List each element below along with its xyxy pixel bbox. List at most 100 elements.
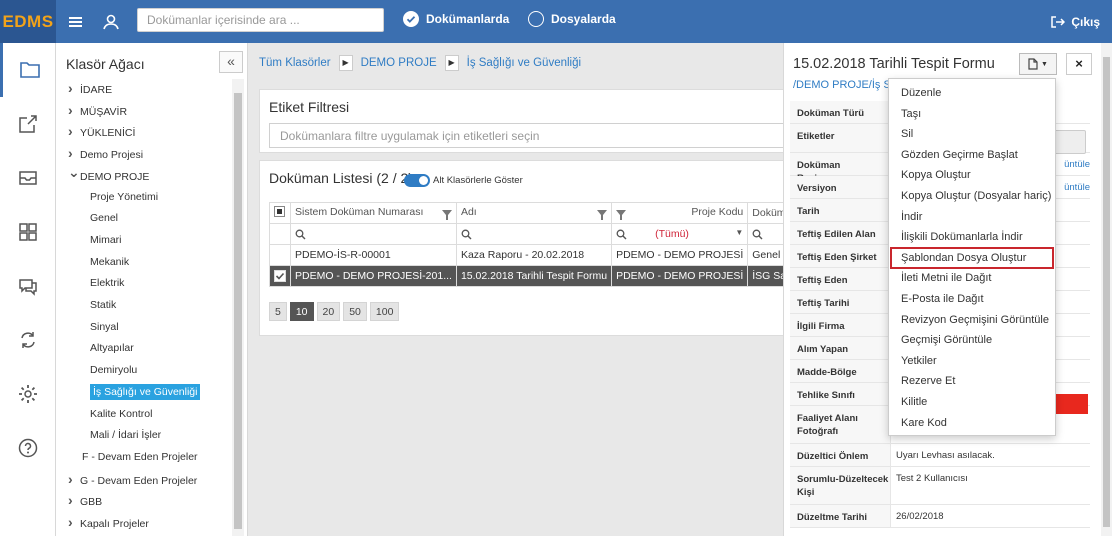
chevron-right-icon[interactable]: › <box>68 512 80 532</box>
tree-item[interactable]: Mali / İdari İşler <box>90 425 161 445</box>
table-row[interactable]: PDEMO - DEMO PROJESİ-201... 15.02.2018 T… <box>269 265 843 287</box>
page-size-option[interactable]: 100 <box>369 302 400 321</box>
tree-item[interactable]: Proje Yönetimi <box>90 187 158 207</box>
chevron-right-icon[interactable]: ▶ <box>338 55 353 71</box>
menu-item[interactable]: Gözden Geçirme Başlat <box>889 145 1055 166</box>
collapse-tree-button[interactable]: « <box>219 51 243 73</box>
view-link[interactable]: üntüle <box>1064 182 1090 193</box>
tree-item[interactable]: › Demo Projesi <box>68 143 143 163</box>
tree-item[interactable]: Elektrik <box>90 273 124 293</box>
column-header[interactable]: Adı <box>455 202 613 224</box>
breadcrumb-item[interactable]: İş Sağlığı ve Güvenliği <box>467 57 581 69</box>
sync-nav-button[interactable] <box>0 313 56 367</box>
table-row[interactable]: PDEMO-İS-R-00001 Kaza Raporu - 20.02.201… <box>269 244 843 266</box>
tree-item[interactable]: Kalite Kontrol <box>90 404 152 424</box>
chevron-right-icon[interactable]: › <box>68 143 80 163</box>
menu-item[interactable]: İndir <box>889 207 1055 228</box>
menu-item[interactable]: Kopya Oluştur <box>889 165 1055 186</box>
breadcrumb-item[interactable]: DEMO PROJE <box>361 57 437 69</box>
column-header[interactable]: Sistem Doküman Numarası <box>290 202 457 224</box>
tree-item[interactable]: ⌄DEMO PROJE <box>68 162 149 185</box>
tree-item[interactable]: › İDARE <box>68 78 112 98</box>
tree-item[interactable]: › GBB <box>68 490 102 510</box>
chevron-right-icon[interactable]: › <box>68 490 80 510</box>
tree-item[interactable]: Mekanik <box>90 252 129 272</box>
menu-item[interactable]: Kare Kod <box>889 413 1055 434</box>
page-size-option[interactable]: 20 <box>316 302 341 321</box>
document-actions-button[interactable]: ▼ <box>1019 53 1057 75</box>
tree-item[interactable]: › MÜŞAVİR <box>68 100 127 120</box>
tree-item[interactable]: › G - Devam Eden Projeler <box>68 469 197 489</box>
tree-item[interactable]: F - Devam Eden Projeler <box>82 447 198 467</box>
radio-search-folders[interactable]: Dosyalarda <box>528 11 616 27</box>
row-checkbox-cell[interactable] <box>269 265 291 287</box>
page-size-option[interactable]: 5 <box>269 302 287 321</box>
radio-documents-label: Dokümanlarda <box>426 12 510 26</box>
select-all-cell[interactable] <box>269 202 291 224</box>
chevron-right-icon[interactable]: › <box>68 121 80 141</box>
user-icon[interactable] <box>101 12 121 32</box>
menu-item[interactable]: E-Posta ile Dağıt <box>889 289 1055 310</box>
tree-item[interactable]: › Kapalı Projeler <box>68 512 149 532</box>
menu-item[interactable]: Sil <box>889 124 1055 145</box>
search-input[interactable] <box>137 8 384 32</box>
page-size-option[interactable]: 50 <box>343 302 367 321</box>
menu-item[interactable]: Kilitle <box>889 392 1055 413</box>
chevron-right-icon[interactable]: › <box>68 469 80 489</box>
tree-item[interactable]: Sinyal <box>90 317 119 337</box>
toggle-switch[interactable] <box>404 174 430 187</box>
tree-item[interactable]: Genel <box>90 208 118 228</box>
chevron-down-icon[interactable]: ⌄ <box>68 162 80 182</box>
tree-item-label: İDARE <box>80 84 113 96</box>
page-size-option[interactable]: 10 <box>289 302 314 321</box>
inbox-nav-button[interactable] <box>0 151 56 205</box>
menu-item[interactable]: Geçmişi Görüntüle <box>889 330 1055 351</box>
menu-item[interactable]: Yetkiler <box>889 351 1055 372</box>
chevron-right-icon[interactable]: ▶ <box>444 55 459 71</box>
messages-nav-button[interactable] <box>0 259 56 313</box>
share-nav-button[interactable] <box>0 97 56 151</box>
property-key: İlgili Firma <box>790 314 891 336</box>
dashboard-nav-button[interactable] <box>0 205 56 259</box>
tree-item[interactable]: › YÜKLENİCİ <box>68 121 135 141</box>
table-cell: PDEMO - DEMO PROJESİ <box>611 244 749 266</box>
menu-item[interactable]: Rezerve Et <box>889 371 1055 392</box>
tree-item[interactable]: Demiryolu <box>90 360 137 380</box>
menu-item[interactable]: Taşı <box>889 104 1055 125</box>
tree-item[interactable]: Mimari <box>90 230 122 250</box>
menu-item[interactable]: İlişkili Dokümanlarla İndir <box>889 227 1055 248</box>
menu-item[interactable]: Revizyon Geçmişini Görüntüle <box>889 310 1055 331</box>
subfolder-toggle[interactable]: Alt Klasörlerle Göster <box>404 174 523 187</box>
tag-filter-input[interactable] <box>269 123 789 148</box>
menu-item[interactable]: Düzenle <box>889 83 1055 104</box>
chat-icon <box>19 279 37 296</box>
select-all-checkbox[interactable] <box>274 206 285 217</box>
detail-scrollbar[interactable] <box>1101 43 1112 536</box>
tree-item[interactable]: İş Sağlığı ve Güvenliği <box>90 382 201 402</box>
chevron-right-icon[interactable]: › <box>68 100 80 120</box>
tree-item[interactable]: Altyapılar <box>90 338 134 358</box>
caret-down-icon: ▼ <box>1041 60 1048 68</box>
logout-button[interactable]: Çıkış <box>1051 15 1100 29</box>
help-nav-button[interactable] <box>0 421 56 475</box>
app-logo[interactable]: EDMS <box>0 0 56 43</box>
menu-item[interactable]: Kopya Oluştur (Dosyalar hariç) <box>889 186 1055 207</box>
view-link[interactable]: üntüle <box>1064 159 1090 170</box>
radio-search-documents[interactable]: Dokümanlarda <box>403 11 509 27</box>
breadcrumb-item[interactable]: Tüm Klasörler <box>259 57 331 69</box>
property-row: Düzeltici Önlem Uyarı Levhası asılacak. <box>790 444 1090 467</box>
tree-scrollbar[interactable] <box>232 79 244 536</box>
menu-item[interactable]: İleti Metni ile Dağıt <box>889 268 1055 289</box>
hamburger-menu-icon[interactable] <box>66 12 86 32</box>
column-filter-cell[interactable] <box>455 223 613 245</box>
settings-nav-button[interactable] <box>0 367 56 421</box>
column-filter-cell[interactable] <box>290 223 457 245</box>
project-filter-select[interactable]: (Tümü) ▼ <box>611 223 749 245</box>
menu-item[interactable]: Şablondan Dosya Oluştur <box>890 246 1054 270</box>
column-header[interactable]: Proje Kodu <box>611 202 749 224</box>
folders-nav-button[interactable] <box>0 43 56 97</box>
detail-path[interactable]: /DEMO PROJE/İş Sağ <box>793 79 903 91</box>
tree-item[interactable]: Statik <box>90 295 116 315</box>
chevron-right-icon[interactable]: › <box>68 78 80 98</box>
close-button[interactable]: × <box>1066 53 1092 75</box>
